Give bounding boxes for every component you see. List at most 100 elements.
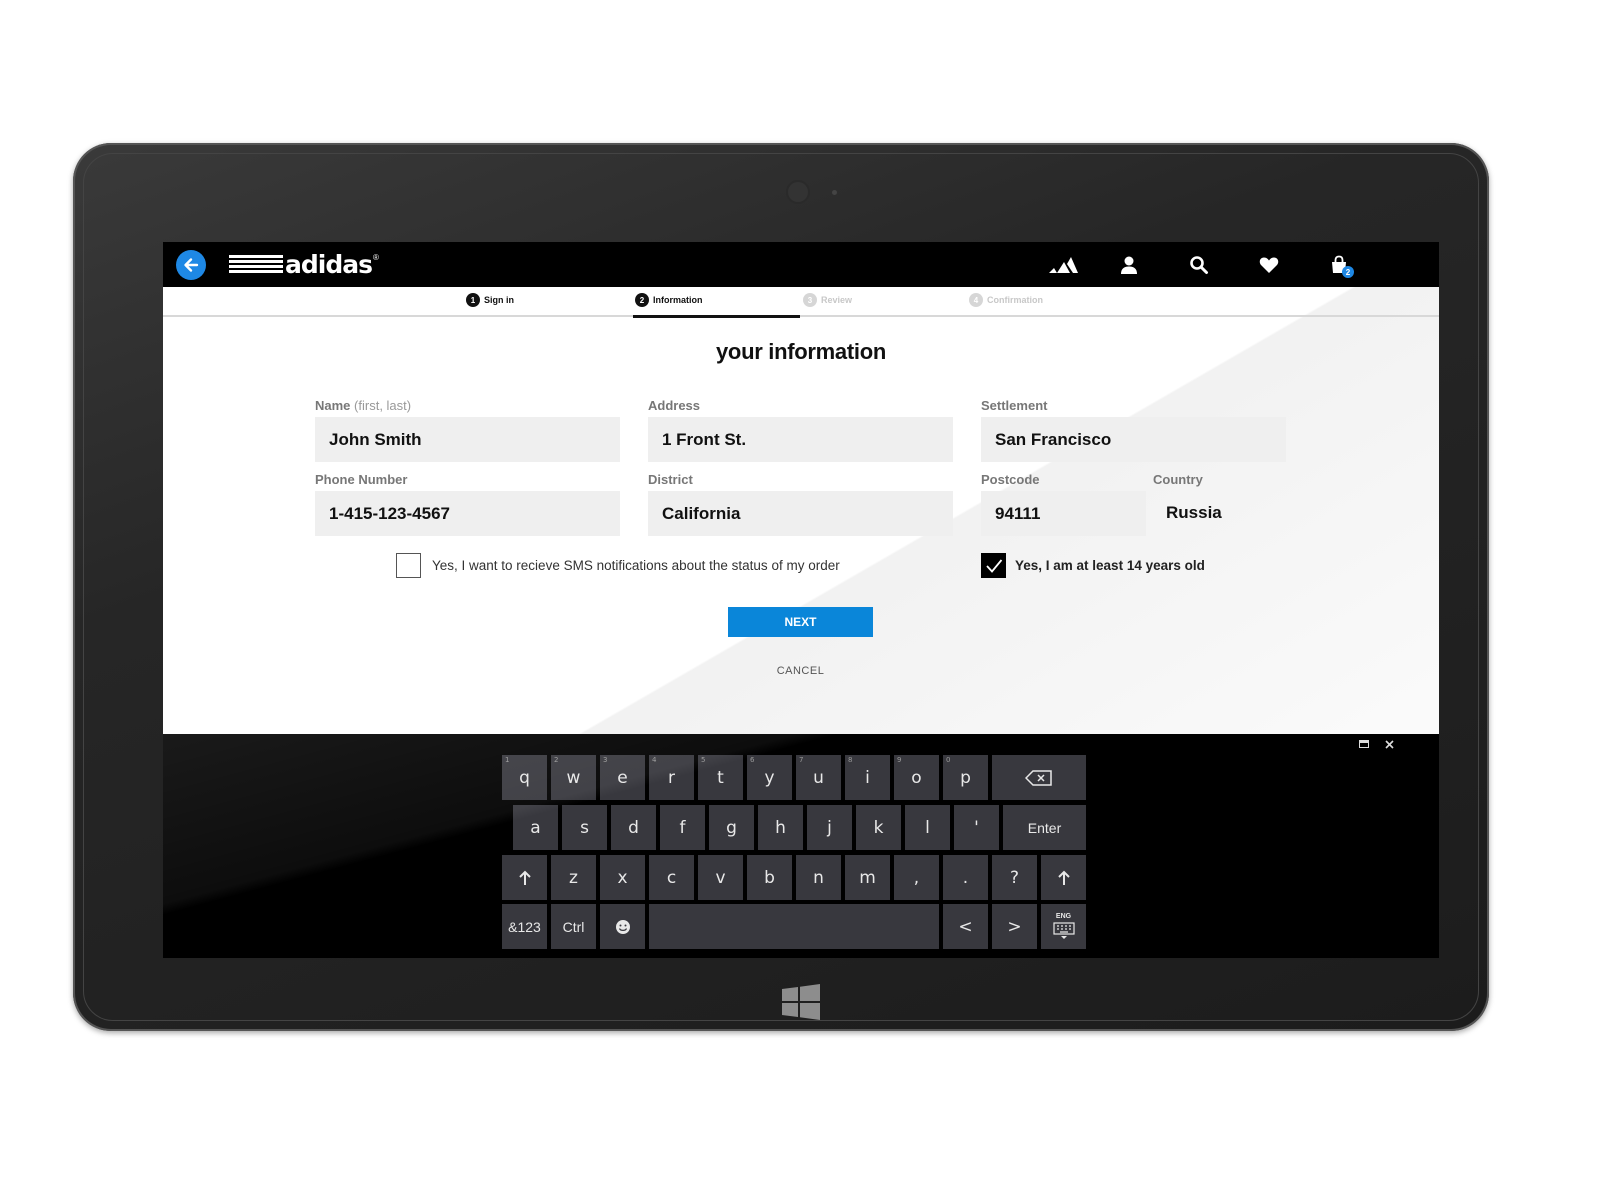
key-h[interactable]: h xyxy=(758,805,803,850)
step-label: Review xyxy=(821,295,853,305)
account-icon xyxy=(1121,256,1137,274)
step-number: 1 xyxy=(466,293,480,307)
phone-field[interactable] xyxy=(315,491,620,536)
next-button[interactable]: NEXT xyxy=(728,607,873,637)
shift-icon xyxy=(1057,870,1070,885)
back-button[interactable] xyxy=(176,250,206,280)
account-button[interactable] xyxy=(1113,251,1145,279)
emoji-icon xyxy=(615,919,630,934)
address-field[interactable] xyxy=(648,417,953,462)
cart-count-badge: 2 xyxy=(1342,266,1354,278)
touch-keyboard: 1q 2w 3e 4r 5t 6y 7u 8i 9o 0p a s d f g … xyxy=(163,734,1439,958)
district-field[interactable] xyxy=(648,491,953,536)
key-label: t xyxy=(717,767,724,788)
key-shift-right[interactable] xyxy=(1041,855,1086,900)
key-space[interactable] xyxy=(649,904,939,949)
key-r[interactable]: 4r xyxy=(649,755,694,800)
key-f[interactable]: f xyxy=(660,805,705,850)
key-y[interactable]: 6y xyxy=(747,755,792,800)
key-shift-left[interactable] xyxy=(502,855,547,900)
country-select[interactable]: Russia xyxy=(1166,503,1222,523)
key-comma[interactable]: , xyxy=(894,855,939,900)
key-p[interactable]: 0p xyxy=(943,755,988,800)
key-v[interactable]: v xyxy=(698,855,743,900)
postcode-field[interactable] xyxy=(981,491,1146,536)
name-field[interactable] xyxy=(315,417,620,462)
key-hint: 5 xyxy=(701,756,706,764)
key-apostrophe[interactable]: ' xyxy=(954,805,999,850)
performance-logo-button[interactable] xyxy=(1047,251,1079,279)
step-review[interactable]: 3 Review xyxy=(803,293,852,307)
key-keyboard-switch[interactable]: ENG xyxy=(1041,904,1086,949)
logo-text: adidas xyxy=(285,249,373,279)
wishlist-button[interactable] xyxy=(1253,251,1285,279)
key-j[interactable]: j xyxy=(807,805,852,850)
key-k[interactable]: k xyxy=(856,805,901,850)
key-m[interactable]: m xyxy=(845,855,890,900)
search-button[interactable] xyxy=(1183,251,1215,279)
key-o[interactable]: 9o xyxy=(894,755,939,800)
key-z[interactable]: z xyxy=(551,855,596,900)
keyboard-icon xyxy=(1052,922,1075,939)
step-confirmation[interactable]: 4 Confirmation xyxy=(969,293,1043,307)
step-number: 3 xyxy=(803,293,817,307)
cart-button[interactable]: 2 xyxy=(1323,251,1355,279)
key-hint: 4 xyxy=(652,756,657,764)
shift-icon xyxy=(518,870,531,885)
key-hint: 7 xyxy=(799,756,804,764)
sms-checkbox[interactable] xyxy=(396,553,421,578)
key-hint: 9 xyxy=(897,756,902,764)
key-l[interactable]: l xyxy=(905,805,950,850)
settlement-field[interactable] xyxy=(981,417,1286,462)
key-label: o xyxy=(911,767,922,788)
key-enter[interactable]: Enter xyxy=(1003,805,1086,850)
step-information[interactable]: 2 Information xyxy=(635,293,703,307)
checkout-content: 1 Sign in 2 Information 3 Review 4 Confi… xyxy=(163,287,1439,734)
key-left-arrow[interactable]: < xyxy=(943,904,988,949)
windows-logo-icon[interactable] xyxy=(782,984,820,1020)
app-bar: adidas ® 2 xyxy=(163,242,1439,287)
page-title: your information xyxy=(716,339,886,364)
active-step-indicator xyxy=(633,315,800,318)
key-g[interactable]: g xyxy=(709,805,754,850)
key-q[interactable]: 1q xyxy=(502,755,547,800)
logo-registered-mark: ® xyxy=(372,253,379,262)
brand-logo[interactable]: adidas ® xyxy=(229,248,379,280)
key-n[interactable]: n xyxy=(796,855,841,900)
step-number: 4 xyxy=(969,293,983,307)
key-w[interactable]: 2w xyxy=(551,755,596,800)
key-i[interactable]: 8i xyxy=(845,755,890,800)
cancel-link[interactable]: CANCEL xyxy=(728,665,873,677)
name-label: Name (first, last) xyxy=(315,398,411,413)
key-t[interactable]: 5t xyxy=(698,755,743,800)
keyboard-close-button[interactable] xyxy=(1382,738,1396,750)
key-hint: 6 xyxy=(750,756,755,764)
key-d[interactable]: d xyxy=(611,805,656,850)
key-ctrl[interactable]: Ctrl xyxy=(551,904,596,949)
key-backspace[interactable] xyxy=(992,755,1086,800)
key-question[interactable]: ? xyxy=(992,855,1037,900)
key-hint: 2 xyxy=(554,756,559,764)
age-checkbox[interactable] xyxy=(981,553,1006,578)
camera-lens xyxy=(788,182,808,202)
key-a[interactable]: a xyxy=(513,805,558,850)
step-sign-in[interactable]: 1 Sign in xyxy=(466,293,514,307)
key-symbols[interactable]: &123 xyxy=(502,904,547,949)
postcode-label: Postcode xyxy=(981,472,1040,487)
age-checkbox-label: Yes, I am at least 14 years old xyxy=(1015,558,1205,573)
key-right-arrow[interactable]: > xyxy=(992,904,1037,949)
key-u[interactable]: 7u xyxy=(796,755,841,800)
key-b[interactable]: b xyxy=(747,855,792,900)
key-hint: 8 xyxy=(848,756,853,764)
keyboard-dock-button[interactable] xyxy=(1357,738,1371,750)
key-c[interactable]: c xyxy=(649,855,694,900)
adidas-performance-logo-icon xyxy=(1049,257,1078,273)
key-s[interactable]: s xyxy=(562,805,607,850)
key-e[interactable]: 3e xyxy=(600,755,645,800)
language-label: ENG xyxy=(1055,913,1072,920)
close-icon xyxy=(1384,739,1394,749)
key-emoji[interactable] xyxy=(600,904,645,949)
dock-icon xyxy=(1359,740,1369,748)
key-x[interactable]: x xyxy=(600,855,645,900)
key-period[interactable]: . xyxy=(943,855,988,900)
